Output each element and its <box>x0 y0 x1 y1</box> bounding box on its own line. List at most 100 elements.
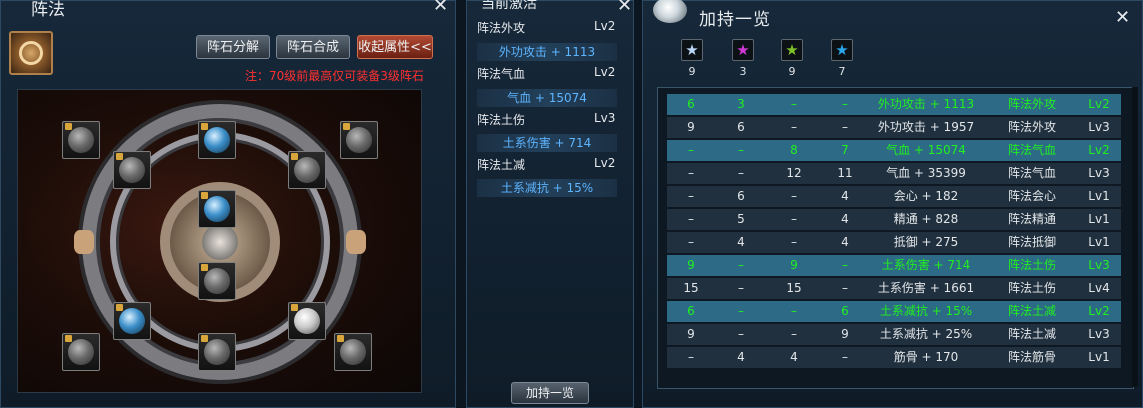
req-blue-cell: – <box>842 258 848 272</box>
req-white-cell: – <box>688 212 694 226</box>
bonus-effect-cell: 筋骨 + 170 <box>893 350 959 364</box>
bonus-table-row: – 6 – 4 会心 + 182 阵法会心 Lv1 <box>667 186 1121 207</box>
stone-gem-icon <box>204 127 230 153</box>
req-purple-cell: 5 <box>737 212 745 226</box>
req-white-cell: 15 <box>683 281 699 295</box>
formation-stone-slot[interactable] <box>198 262 236 300</box>
req-white-cell: 9 <box>687 258 695 272</box>
formation-level-cell: Lv2 <box>1088 304 1110 318</box>
req-purple-cell: – <box>738 143 744 157</box>
stone-gem-icon <box>340 339 366 365</box>
formation-stone-slot[interactable] <box>334 333 372 371</box>
req-white-cell: – <box>688 166 694 180</box>
req-purple-cell: – <box>738 166 744 180</box>
formation-stone-slot[interactable] <box>288 151 326 189</box>
active-title: 当前激活 <box>481 0 537 12</box>
req-green-cell: 12 <box>786 166 802 180</box>
formation-stone-slot[interactable] <box>198 190 236 228</box>
bonus-table-row: – 4 – 4 抵御 + 275 阵法抵御 Lv1 <box>667 232 1121 253</box>
formation-close-icon[interactable]: ✕ <box>433 0 448 16</box>
formation-stone-slot[interactable] <box>288 302 326 340</box>
req-green-cell: 9 <box>790 258 798 272</box>
bonus-effect-cell: 气血 + 15074 <box>886 143 966 157</box>
bonus-effect-cell: 土系减抗 + 15% <box>879 304 973 318</box>
decompose-stone-button[interactable]: 阵石分解 <box>196 35 270 59</box>
bonus-close-icon[interactable]: ✕ <box>1115 7 1130 28</box>
active-item-name: 阵法土减 <box>477 158 526 172</box>
bonus-panel: 加持一览 ✕ ★ ★ ★ ★ 9 3 9 7 6 3 – – 外功攻击 + 1113 阵法… <box>642 0 1143 408</box>
formation-level-cell: Lv2 <box>1088 97 1110 111</box>
formation-stone-slot[interactable] <box>113 302 151 340</box>
req-purple-cell: 6 <box>737 120 745 134</box>
req-blue-cell: 7 <box>841 143 849 157</box>
lock-icon <box>116 153 123 160</box>
bonus-table-row: – – 12 11 气血 + 35399 阵法气血 Lv3 <box>667 163 1121 184</box>
req-green-cell: – <box>791 212 797 226</box>
collapse-attributes-button[interactable]: 收起属性<< <box>357 35 433 59</box>
formation-stone-slot[interactable] <box>340 121 378 159</box>
bonus-table-row: 9 – 9 – 土系伤害 + 714 阵法土伤 Lv3 <box>667 255 1121 276</box>
req-purple-cell: – <box>738 327 744 341</box>
req-purple-cell: – <box>738 281 744 295</box>
req-white-cell: – <box>688 143 694 157</box>
bonus-overview-button[interactable]: 加持一览 <box>511 382 589 404</box>
req-white-cell: – <box>688 235 694 249</box>
bonus-effect-cell: 抵御 + 275 <box>893 235 959 249</box>
bonus-effect-cell: 土系伤害 + 714 <box>881 258 971 272</box>
active-item-value: 土系减抗 + 15% <box>477 179 617 197</box>
req-purple-cell: 6 <box>737 189 745 203</box>
bonus-effect-cell: 外功攻击 + 1957 <box>877 120 975 134</box>
bonus-table-row: 9 – – 9 土系减抗 + 25% 阵法土减 Lv3 <box>667 324 1121 345</box>
formation-name-cell: 阵法气血 <box>1007 143 1056 157</box>
formation-level-cell: Lv3 <box>1088 166 1110 180</box>
bonus-title: 加持一览 <box>699 10 771 30</box>
req-white-cell: 9 <box>687 120 695 134</box>
formation-level-cell: Lv2 <box>1088 143 1110 157</box>
active-close-icon[interactable]: ✕ <box>617 0 632 16</box>
purple-star-icon: ★ <box>732 39 754 61</box>
stone-gem-icon <box>204 339 230 365</box>
level-restriction-note: 注：70级前最高仅可装备3级阵石 <box>245 69 424 83</box>
formation-name-cell: 阵法土减 <box>1007 327 1056 341</box>
req-white-cell: – <box>688 189 694 203</box>
formation-name-cell: 阵法外攻 <box>1007 97 1056 111</box>
active-panel: 当前激活 ✕ 阵法外攻 Lv2 外功攻击 + 1113 阵法气血 Lv2 气血 … <box>466 0 634 408</box>
active-item-value: 外功攻击 + 1113 <box>477 43 617 61</box>
scrollbar[interactable] <box>1132 87 1138 387</box>
bonus-table: 6 3 – – 外功攻击 + 1113 阵法外攻 Lv2 9 6 – – 外功攻击 + 1957 阵法外… <box>657 87 1134 389</box>
stone-gem-icon <box>294 157 320 183</box>
formation-stone-slot[interactable] <box>62 121 100 159</box>
stone-gem-icon <box>119 308 145 334</box>
formation-name-cell: 阵法精通 <box>1007 212 1056 226</box>
bonus-effect-cell: 气血 + 35399 <box>886 166 966 180</box>
center-emblem-icon <box>202 224 238 260</box>
req-green-cell: 8 <box>790 143 798 157</box>
formation-stone-slot[interactable] <box>113 151 151 189</box>
req-green-cell: 15 <box>786 281 802 295</box>
req-blue-cell: 4 <box>841 235 849 249</box>
bonus-effect-cell: 土系伤害 + 1661 <box>877 281 975 295</box>
bonus-table-row: 6 3 – – 外功攻击 + 1113 阵法外攻 Lv2 <box>667 94 1121 115</box>
formation-stone-slot[interactable] <box>198 121 236 159</box>
active-item-name: 阵法外攻 <box>477 21 526 35</box>
req-blue-cell: 6 <box>841 304 849 318</box>
formation-name-cell: 阵法筋骨 <box>1007 350 1056 364</box>
formation-board <box>17 89 422 393</box>
blue-star-count: 7 <box>838 65 846 78</box>
req-white-cell: 6 <box>687 304 695 318</box>
blue-star-icon: ★ <box>831 39 853 61</box>
formation-name-cell: 阵法土伤 <box>1007 258 1056 272</box>
white-star-icon: ★ <box>681 39 703 61</box>
req-blue-cell: 4 <box>841 212 849 226</box>
formation-level-cell: Lv1 <box>1088 235 1110 249</box>
combine-stone-button[interactable]: 阵石合成 <box>276 35 350 59</box>
formation-stone-slot[interactable] <box>198 333 236 371</box>
req-green-cell: – <box>791 304 797 318</box>
formation-level-cell: Lv4 <box>1088 281 1110 295</box>
active-item-name: 阵法土伤 <box>477 113 526 127</box>
lock-icon <box>116 304 123 311</box>
bonus-effect-cell: 土系减抗 + 25% <box>879 327 973 341</box>
lock-icon <box>291 153 298 160</box>
formation-level-cell: Lv3 <box>1088 120 1110 134</box>
formation-stone-slot[interactable] <box>62 333 100 371</box>
